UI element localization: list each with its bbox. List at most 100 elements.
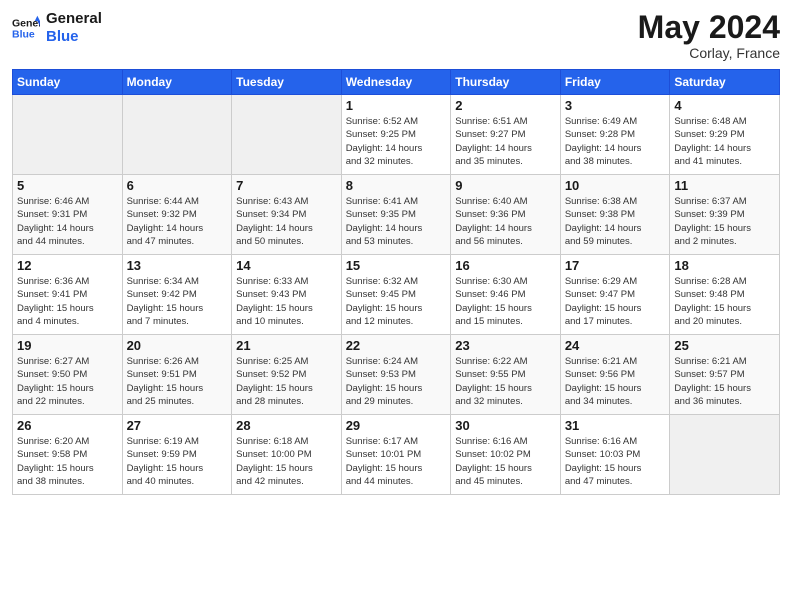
day-cell: 19 Sunrise: 6:27 AM Sunset: 9:50 PM Dayli… bbox=[13, 335, 123, 415]
day-number: 13 bbox=[127, 258, 228, 273]
day-number: 30 bbox=[455, 418, 556, 433]
day-cell: 5Sunrise: 6:46 AM Sunset: 9:31 PM Daylig… bbox=[13, 175, 123, 255]
day-number: 24 bbox=[565, 338, 666, 353]
week-row-5: 26 Sunrise: 6:20 AM Sunset: 9:58 PM Dayli… bbox=[13, 415, 780, 495]
logo-icon: General Blue bbox=[12, 14, 40, 42]
day-cell: 2 Sunrise: 6:51 AM Sunset: 9:27 PM Daylig… bbox=[451, 95, 561, 175]
day-cell: 6Sunrise: 6:44 AM Sunset: 9:32 PM Daylig… bbox=[122, 175, 232, 255]
day-info: Sunrise: 6:41 AM Sunset: 9:35 PM Dayligh… bbox=[346, 195, 447, 248]
day-cell: 12Sunrise: 6:36 AM Sunset: 9:41 PM Dayli… bbox=[13, 255, 123, 335]
logo-line1: General bbox=[46, 10, 102, 28]
day-info: Sunrise: 6:48 AM Sunset: 9:29 PM Dayligh… bbox=[674, 115, 775, 168]
calendar-container: General Blue General Blue May 2024 Corla… bbox=[0, 0, 792, 507]
day-header-thursday: Thursday bbox=[451, 70, 561, 95]
calendar-table: SundayMondayTuesdayWednesdayThursdayFrid… bbox=[12, 69, 780, 495]
day-info: Sunrise: 6:38 AM Sunset: 9:38 PM Dayligh… bbox=[565, 195, 666, 248]
day-header-sunday: Sunday bbox=[13, 70, 123, 95]
day-info: Sunrise: 6:29 AM Sunset: 9:47 PM Dayligh… bbox=[565, 275, 666, 328]
day-info: Sunrise: 6:27 AM Sunset: 9:50 PM Dayligh… bbox=[17, 355, 118, 408]
header: General Blue General Blue May 2024 Corla… bbox=[12, 10, 780, 61]
day-cell: 29 Sunrise: 6:17 AM Sunset: 10:01 PM Dayl… bbox=[341, 415, 451, 495]
day-number: 6 bbox=[127, 178, 228, 193]
day-cell bbox=[670, 415, 780, 495]
day-cell: 14 Sunrise: 6:33 AM Sunset: 9:43 PM Dayli… bbox=[232, 255, 342, 335]
day-cell: 1Sunrise: 6:52 AM Sunset: 9:25 PM Daylig… bbox=[341, 95, 451, 175]
day-info: Sunrise: 6:49 AM Sunset: 9:28 PM Dayligh… bbox=[565, 115, 666, 168]
title-block: May 2024 Corlay, France bbox=[638, 10, 780, 61]
week-row-1: 1Sunrise: 6:52 AM Sunset: 9:25 PM Daylig… bbox=[13, 95, 780, 175]
day-info: Sunrise: 6:19 AM Sunset: 9:59 PM Dayligh… bbox=[127, 435, 228, 488]
day-cell: 24 Sunrise: 6:21 AM Sunset: 9:56 PM Dayli… bbox=[560, 335, 670, 415]
day-cell: 15 Sunrise: 6:32 AM Sunset: 9:45 PM Dayli… bbox=[341, 255, 451, 335]
day-info: Sunrise: 6:22 AM Sunset: 9:55 PM Dayligh… bbox=[455, 355, 556, 408]
logo: General Blue General Blue bbox=[12, 10, 102, 46]
day-cell: 8 Sunrise: 6:41 AM Sunset: 9:35 PM Daylig… bbox=[341, 175, 451, 255]
day-number: 9 bbox=[455, 178, 556, 193]
day-number: 14 bbox=[236, 258, 337, 273]
day-cell: 17Sunrise: 6:29 AM Sunset: 9:47 PM Dayli… bbox=[560, 255, 670, 335]
day-number: 29 bbox=[346, 418, 447, 433]
day-header-tuesday: Tuesday bbox=[232, 70, 342, 95]
day-cell: 3Sunrise: 6:49 AM Sunset: 9:28 PM Daylig… bbox=[560, 95, 670, 175]
day-header-wednesday: Wednesday bbox=[341, 70, 451, 95]
day-info: Sunrise: 6:17 AM Sunset: 10:01 PM Daylig… bbox=[346, 435, 447, 488]
day-number: 2 bbox=[455, 98, 556, 113]
day-number: 15 bbox=[346, 258, 447, 273]
day-cell: 10 Sunrise: 6:38 AM Sunset: 9:38 PM Dayli… bbox=[560, 175, 670, 255]
day-cell: 28Sunrise: 6:18 AM Sunset: 10:00 PM Dayl… bbox=[232, 415, 342, 495]
day-header-monday: Monday bbox=[122, 70, 232, 95]
day-cell: 9Sunrise: 6:40 AM Sunset: 9:36 PM Daylig… bbox=[451, 175, 561, 255]
day-info: Sunrise: 6:32 AM Sunset: 9:45 PM Dayligh… bbox=[346, 275, 447, 328]
day-info: Sunrise: 6:33 AM Sunset: 9:43 PM Dayligh… bbox=[236, 275, 337, 328]
day-cell bbox=[232, 95, 342, 175]
week-row-3: 12Sunrise: 6:36 AM Sunset: 9:41 PM Dayli… bbox=[13, 255, 780, 335]
logo-line2: Blue bbox=[46, 28, 102, 46]
day-cell bbox=[122, 95, 232, 175]
day-info: Sunrise: 6:30 AM Sunset: 9:46 PM Dayligh… bbox=[455, 275, 556, 328]
day-info: Sunrise: 6:36 AM Sunset: 9:41 PM Dayligh… bbox=[17, 275, 118, 328]
day-info: Sunrise: 6:25 AM Sunset: 9:52 PM Dayligh… bbox=[236, 355, 337, 408]
svg-text:Blue: Blue bbox=[12, 29, 35, 41]
day-number: 19 bbox=[17, 338, 118, 353]
day-number: 10 bbox=[565, 178, 666, 193]
day-header-friday: Friday bbox=[560, 70, 670, 95]
day-header-saturday: Saturday bbox=[670, 70, 780, 95]
day-number: 26 bbox=[17, 418, 118, 433]
day-info: Sunrise: 6:51 AM Sunset: 9:27 PM Dayligh… bbox=[455, 115, 556, 168]
day-number: 18 bbox=[674, 258, 775, 273]
day-cell: 27 Sunrise: 6:19 AM Sunset: 9:59 PM Dayli… bbox=[122, 415, 232, 495]
day-info: Sunrise: 6:46 AM Sunset: 9:31 PM Dayligh… bbox=[17, 195, 118, 248]
day-info: Sunrise: 6:52 AM Sunset: 9:25 PM Dayligh… bbox=[346, 115, 447, 168]
day-number: 25 bbox=[674, 338, 775, 353]
day-cell: 13 Sunrise: 6:34 AM Sunset: 9:42 PM Dayli… bbox=[122, 255, 232, 335]
day-number: 23 bbox=[455, 338, 556, 353]
day-number: 11 bbox=[674, 178, 775, 193]
day-number: 22 bbox=[346, 338, 447, 353]
day-cell: 22Sunrise: 6:24 AM Sunset: 9:53 PM Dayli… bbox=[341, 335, 451, 415]
day-info: Sunrise: 6:16 AM Sunset: 10:02 PM Daylig… bbox=[455, 435, 556, 488]
day-number: 21 bbox=[236, 338, 337, 353]
day-cell: 25 Sunrise: 6:21 AM Sunset: 9:57 PM Dayli… bbox=[670, 335, 780, 415]
day-cell: 16Sunrise: 6:30 AM Sunset: 9:46 PM Dayli… bbox=[451, 255, 561, 335]
day-info: Sunrise: 6:20 AM Sunset: 9:58 PM Dayligh… bbox=[17, 435, 118, 488]
day-header-row: SundayMondayTuesdayWednesdayThursdayFrid… bbox=[13, 70, 780, 95]
day-number: 20 bbox=[127, 338, 228, 353]
day-cell: 26 Sunrise: 6:20 AM Sunset: 9:58 PM Dayli… bbox=[13, 415, 123, 495]
day-cell bbox=[13, 95, 123, 175]
day-number: 31 bbox=[565, 418, 666, 433]
day-number: 28 bbox=[236, 418, 337, 433]
location: Corlay, France bbox=[638, 45, 780, 61]
day-info: Sunrise: 6:21 AM Sunset: 9:57 PM Dayligh… bbox=[674, 355, 775, 408]
day-cell: 18 Sunrise: 6:28 AM Sunset: 9:48 PM Dayli… bbox=[670, 255, 780, 335]
day-cell: 4Sunrise: 6:48 AM Sunset: 9:29 PM Daylig… bbox=[670, 95, 780, 175]
day-cell: 20 Sunrise: 6:26 AM Sunset: 9:51 PM Dayli… bbox=[122, 335, 232, 415]
day-info: Sunrise: 6:21 AM Sunset: 9:56 PM Dayligh… bbox=[565, 355, 666, 408]
week-row-2: 5Sunrise: 6:46 AM Sunset: 9:31 PM Daylig… bbox=[13, 175, 780, 255]
day-number: 8 bbox=[346, 178, 447, 193]
day-number: 27 bbox=[127, 418, 228, 433]
day-info: Sunrise: 6:34 AM Sunset: 9:42 PM Dayligh… bbox=[127, 275, 228, 328]
day-info: Sunrise: 6:26 AM Sunset: 9:51 PM Dayligh… bbox=[127, 355, 228, 408]
day-info: Sunrise: 6:28 AM Sunset: 9:48 PM Dayligh… bbox=[674, 275, 775, 328]
day-number: 7 bbox=[236, 178, 337, 193]
day-cell: 7Sunrise: 6:43 AM Sunset: 9:34 PM Daylig… bbox=[232, 175, 342, 255]
